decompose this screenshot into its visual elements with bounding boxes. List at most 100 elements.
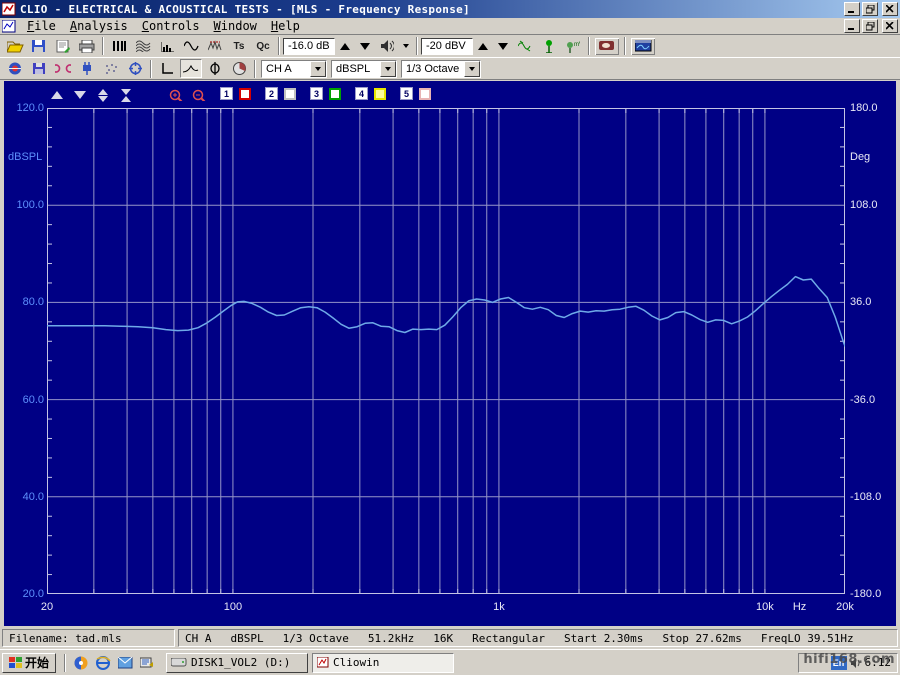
phase-icon[interactable] — [204, 59, 226, 78]
channel-dropdown-button[interactable] — [310, 61, 326, 77]
app-icon — [2, 2, 16, 16]
mdi-close-button[interactable] — [882, 19, 898, 33]
plot-area[interactable] — [47, 108, 845, 594]
menu-file[interactable]: File — [20, 18, 63, 34]
spectrum-bars-icon[interactable] — [156, 37, 178, 56]
minimize-button[interactable] — [844, 2, 860, 16]
language-indicator[interactable]: En — [831, 656, 847, 670]
x-axis-tick: Hz — [785, 601, 815, 613]
expand-scale-icon[interactable] — [96, 89, 110, 101]
task-buttons: DISK1_VOL2 (D:) Cliowin — [166, 653, 454, 673]
menu-analysis[interactable]: Analysis — [63, 18, 135, 34]
menu-help[interactable]: Help — [264, 18, 307, 34]
task-cliowin[interactable]: Cliowin — [312, 653, 454, 673]
show-desktop-icon[interactable] — [138, 654, 156, 672]
curve-1-button[interactable]: 1 — [220, 87, 233, 100]
waterfall-icon[interactable] — [132, 37, 154, 56]
close-button[interactable] — [882, 2, 898, 16]
toolbar-separator — [588, 37, 590, 55]
save-measurement-icon[interactable] — [28, 59, 50, 78]
device-icon[interactable] — [76, 59, 98, 78]
unit-select[interactable]: dBSPL — [331, 60, 397, 78]
zoom-in-icon[interactable] — [169, 89, 183, 101]
mdi-document-icon[interactable] — [2, 20, 16, 33]
input-up-button[interactable] — [474, 38, 492, 55]
microphone-icon[interactable] — [538, 37, 560, 56]
smoothing-dropdown-button[interactable] — [464, 61, 480, 77]
curve-1-swatch[interactable] — [239, 88, 251, 100]
microphone-mv-icon[interactable]: mV — [562, 37, 584, 56]
display-settings-button[interactable] — [594, 37, 620, 56]
mdi-restore-button[interactable] — [862, 19, 878, 33]
internet-explorer-icon[interactable] — [94, 654, 112, 672]
cliowin-icon — [317, 657, 329, 668]
window-title: CLIO - ELECTRICAL & ACOUSTICAL TESTS - [… — [20, 3, 842, 16]
target-icon[interactable] — [124, 59, 146, 78]
system-tray: En 6:12 hifi168.com — [798, 653, 898, 673]
speaker-icon[interactable] — [376, 37, 398, 56]
frequency-response-icon[interactable] — [180, 59, 202, 78]
qc-label: Qc — [256, 41, 269, 52]
output-level-up-button[interactable] — [336, 38, 354, 55]
notes-button[interactable] — [52, 37, 74, 56]
media-player-icon[interactable] — [72, 654, 90, 672]
print-button[interactable] — [76, 37, 98, 56]
sinusoid-icon[interactable] — [180, 37, 202, 56]
curve-4-swatch[interactable] — [374, 88, 386, 100]
compress-scale-icon[interactable] — [119, 89, 133, 101]
menu-controls[interactable]: Controls — [135, 18, 207, 34]
start-button[interactable]: 开始 — [2, 653, 56, 673]
taskbar-separator — [64, 654, 66, 672]
curve-5-button[interactable]: 5 — [400, 87, 413, 100]
input-down-button[interactable] — [494, 38, 512, 55]
windows-taskbar: 开始 DISK1_VOL2 (D:) Cliowin En — [0, 649, 900, 675]
graph-window-button[interactable] — [630, 37, 656, 56]
x-axis-tick: 1k — [484, 601, 514, 613]
svg-text:mV: mV — [574, 42, 580, 48]
unit-dropdown-button[interactable] — [380, 61, 396, 77]
menu-window[interactable]: Window — [207, 18, 264, 34]
axes-icon[interactable] — [156, 59, 178, 78]
mls-analysis-icon[interactable] — [108, 37, 130, 56]
shift-up-icon[interactable] — [50, 89, 64, 101]
volume-icon[interactable] — [851, 658, 861, 668]
outlook-icon[interactable] — [116, 654, 134, 672]
fft-icon[interactable] — [204, 37, 226, 56]
save-button[interactable] — [28, 37, 50, 56]
output-level-field[interactable]: -16.0 dB — [283, 38, 335, 55]
qc-button[interactable]: Qc — [252, 37, 274, 56]
open-file-button[interactable] — [4, 37, 26, 56]
curve-5-swatch[interactable] — [419, 88, 431, 100]
main-toolbar: Ts Qc -16.0 dB -20 dBV mV — [0, 35, 900, 58]
curve-4-button[interactable]: 4 — [355, 87, 368, 100]
channel-select[interactable]: CH A — [261, 60, 327, 78]
curve-2-button[interactable]: 2 — [265, 87, 278, 100]
smoothing-value: 1/3 Octave — [402, 61, 464, 77]
shift-down-icon[interactable] — [73, 89, 87, 101]
smoothing-select[interactable]: 1/3 Octave — [401, 60, 481, 78]
x-axis-tick: 10k — [750, 601, 780, 613]
curve-3-swatch[interactable] — [329, 88, 341, 100]
task-disk-window[interactable]: DISK1_VOL2 (D:) — [166, 653, 308, 673]
scatter-icon[interactable] — [100, 59, 122, 78]
toolbar-separator — [624, 37, 626, 55]
restore-button[interactable] — [862, 2, 878, 16]
windows-logo-icon — [9, 657, 22, 668]
ts-parameters-button[interactable]: Ts — [228, 37, 250, 56]
mdi-minimize-button[interactable] — [844, 19, 860, 33]
tray-clock: 6:12 — [865, 656, 892, 669]
ts-label: Ts — [234, 41, 245, 52]
zoom-out-icon[interactable] — [192, 89, 206, 101]
clio-logo-icon[interactable] — [4, 59, 26, 78]
speaker-dropdown-button[interactable] — [400, 38, 412, 55]
input-sensitivity-field[interactable]: -20 dBV — [421, 38, 473, 55]
graph-toolbar — [50, 87, 206, 103]
polar-icon[interactable] — [228, 59, 250, 78]
curve-3-button[interactable]: 3 — [310, 87, 323, 100]
y-axis-right-tick: -108.0 — [850, 491, 881, 503]
autorange-icon[interactable] — [514, 37, 536, 56]
loop-icon[interactable] — [52, 59, 74, 78]
output-level-down-button[interactable] — [356, 38, 374, 55]
status-freq-lo: FreqLO 39.51Hz — [761, 632, 854, 645]
curve-2-swatch[interactable] — [284, 88, 296, 100]
